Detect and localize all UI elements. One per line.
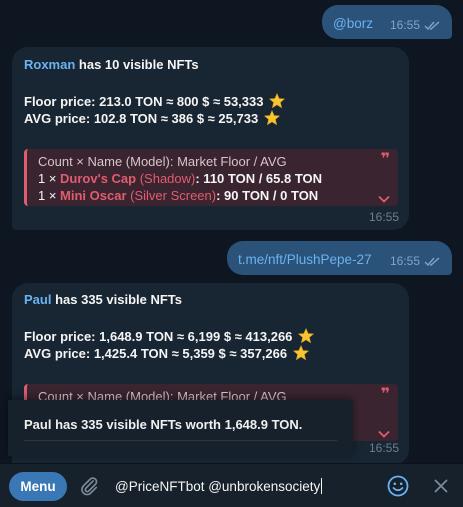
outgoing-message[interactable]: t.me/nft/PlushPepe-27 16:55 xyxy=(227,241,452,275)
smiley-icon[interactable] xyxy=(386,474,410,498)
message-time: 16:55 xyxy=(389,18,420,32)
outgoing-message[interactable]: @borz 16:55 xyxy=(322,5,452,39)
message-time: 16:55 xyxy=(368,441,399,455)
nft-link[interactable]: Mini Oscar xyxy=(60,188,126,203)
avg-price-line: AVG price: 1,425.4 TON ≈ 5,359 $ ≈ 357,2… xyxy=(24,345,309,362)
divider xyxy=(24,440,337,441)
close-icon[interactable] xyxy=(432,477,450,495)
double-check-icon xyxy=(424,21,440,31)
paperclip-icon[interactable] xyxy=(78,475,100,497)
message-link[interactable]: t.me/nft/PlushPepe-27 xyxy=(238,252,372,267)
nft-link[interactable]: Durov's Cap xyxy=(60,171,136,186)
quote-mark-icon: ❞ xyxy=(380,386,390,403)
quote-row: 1 × Durov's Cap (Shadow): 110 TON / 65.8… xyxy=(38,171,323,186)
quote-header: Count × Name (Model): Market Floor / AVG xyxy=(38,154,287,169)
inline-result-popup[interactable]: Paul has 335 visible NFTs worth 1,648.9 … xyxy=(8,400,353,456)
message-time: 16:55 xyxy=(368,210,399,224)
inline-result-text[interactable]: Paul has 335 visible NFTs worth 1,648.9 … xyxy=(24,417,302,432)
message-headline: Roxman has 10 visible NFTs xyxy=(24,57,199,72)
sender-name[interactable]: Roxman xyxy=(24,57,75,72)
message-input[interactable]: @PriceNFTbot @unbrokensociety xyxy=(115,478,323,494)
menu-button[interactable]: Menu xyxy=(9,472,67,501)
sender-name[interactable]: Paul xyxy=(24,292,51,307)
chevron-down-icon[interactable] xyxy=(378,195,390,203)
star-emoji-icon xyxy=(263,110,280,126)
star-emoji-icon xyxy=(298,328,315,344)
floor-price-line: Floor price: 213.0 TON ≈ 800 $ ≈ 53,333 xyxy=(24,93,286,110)
star-emoji-icon xyxy=(292,345,309,361)
chevron-down-icon[interactable] xyxy=(378,430,390,438)
double-check-icon xyxy=(424,257,440,267)
quote-mark-icon: ❞ xyxy=(380,151,390,168)
message-input-bar: Menu @PriceNFTbot @unbrokensociety xyxy=(0,463,463,507)
quote-row: 1 × Mini Oscar (Silver Screen): 90 TON /… xyxy=(38,188,319,203)
message-time: 16:55 xyxy=(389,254,420,268)
message-text[interactable]: @borz xyxy=(333,16,373,31)
avg-price-line: AVG price: 102.8 TON ≈ 386 $ ≈ 25,733 xyxy=(24,110,280,127)
text-caret xyxy=(321,478,323,494)
star-emoji-icon xyxy=(269,93,286,109)
floor-price-line: Floor price: 1,648.9 TON ≈ 6,199 $ ≈ 413… xyxy=(24,328,315,345)
chat-area: @borz 16:55 Roxman has 10 visible NFTs F… xyxy=(0,0,463,463)
incoming-message[interactable]: Roxman has 10 visible NFTs Floor price: … xyxy=(12,47,409,230)
quote-block[interactable]: ❞ Count × Name (Model): Market Floor / A… xyxy=(24,149,398,206)
message-headline: Paul has 335 visible NFTs xyxy=(24,292,183,307)
